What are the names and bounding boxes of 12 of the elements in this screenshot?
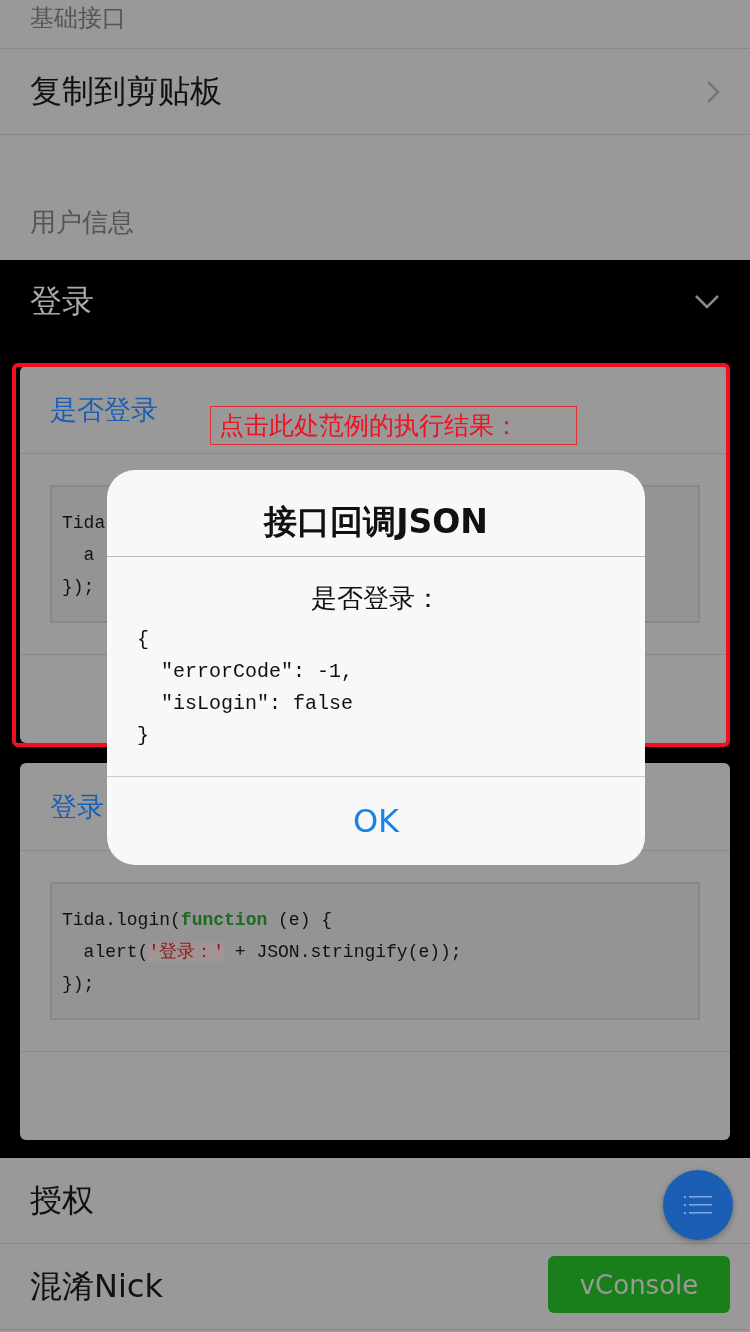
accordion-header[interactable]: 登录: [20, 260, 730, 344]
dialog-title: 接口回调JSON: [107, 470, 645, 557]
menu-button[interactable]: [663, 1170, 733, 1240]
code-block: Tida.login(function (e) { alert('登录：' + JSON.stringify(e)); });: [50, 882, 700, 1020]
section-header: 基础接口: [30, 4, 126, 32]
list-icon: [684, 1195, 712, 1215]
list-item[interactable]: 复制到剪贴板: [0, 49, 750, 135]
section-header: 用户信息: [30, 206, 134, 239]
json-text: { "errorCode": -1, "isLogin": false }: [136, 627, 354, 749]
dialog-message: 是否登录：: [310, 582, 442, 615]
ok-button[interactable]: OK: [107, 777, 645, 865]
annotation-label: 点击此处范例的执行结果：: [210, 406, 577, 445]
